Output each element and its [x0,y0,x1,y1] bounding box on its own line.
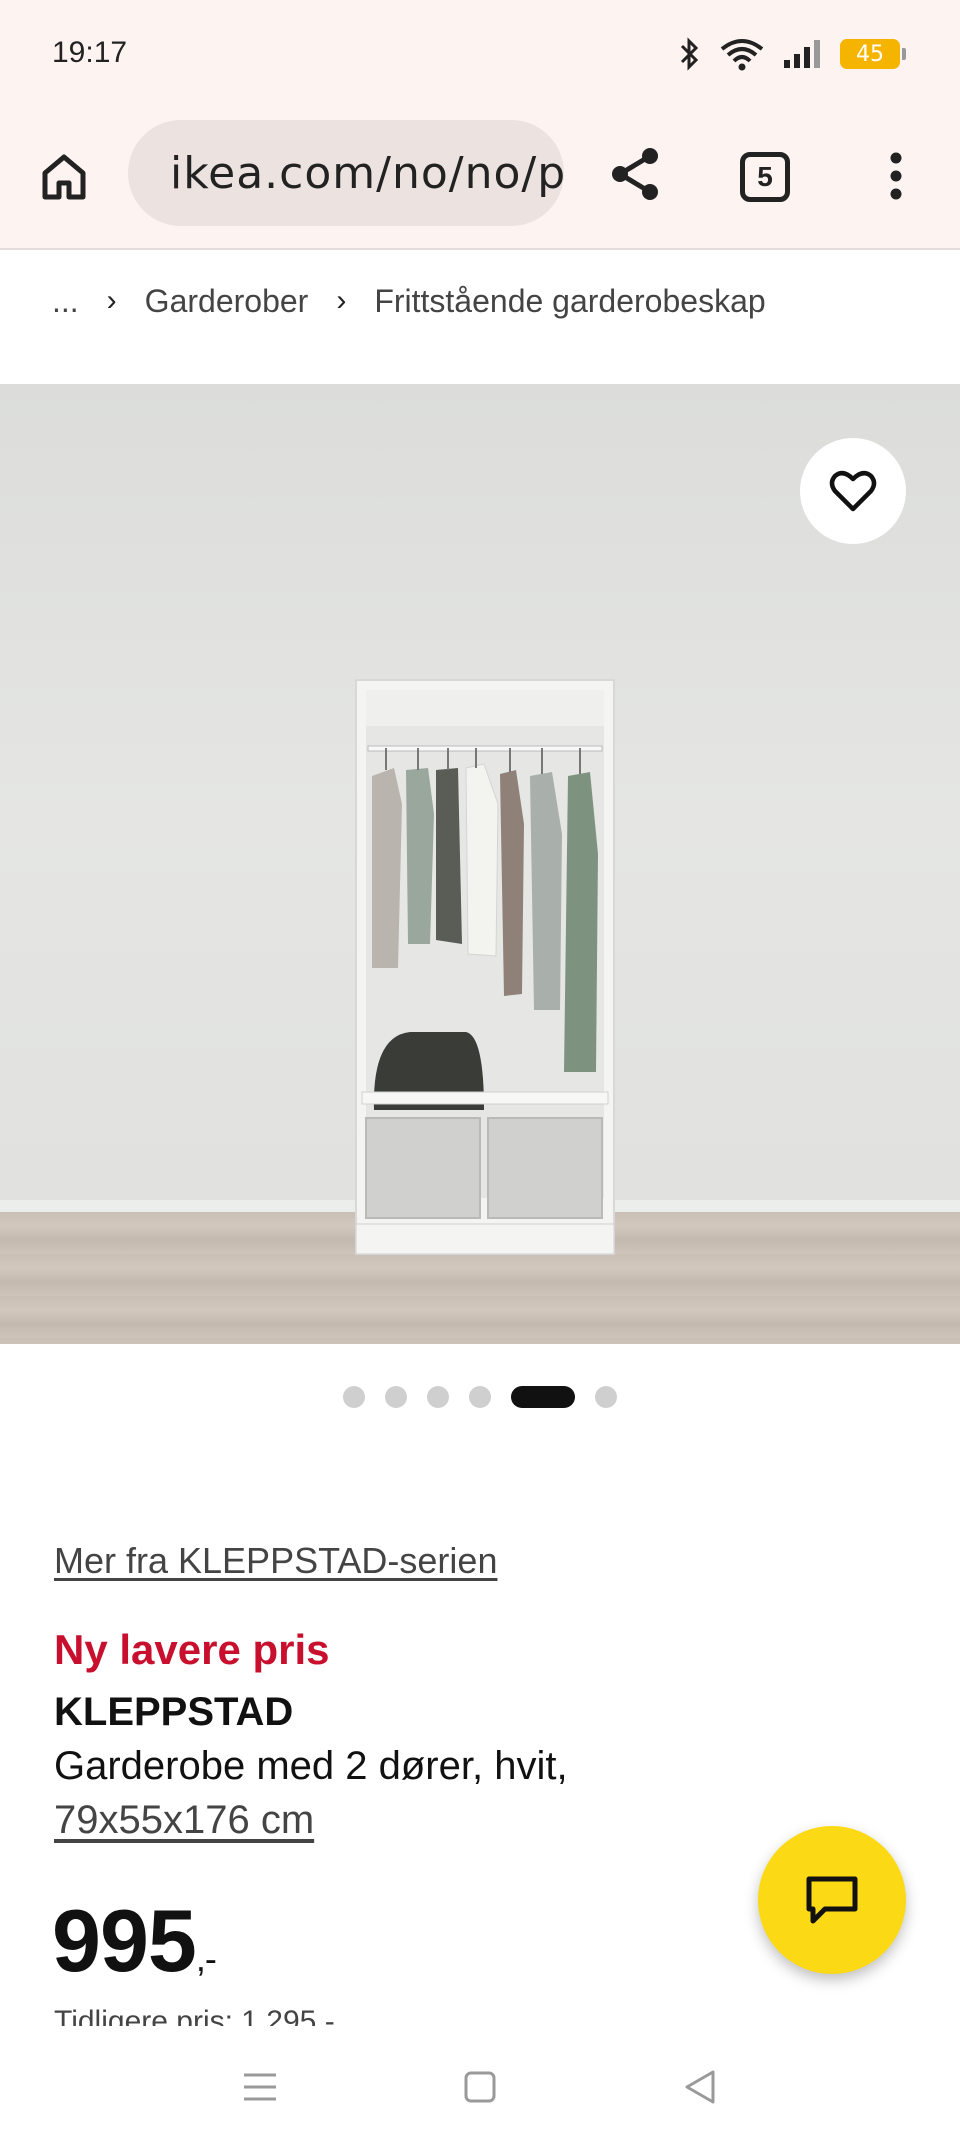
carousel-dot[interactable] [427,1386,449,1408]
breadcrumb-ellipsis[interactable]: ... [52,283,79,320]
carousel-dot[interactable] [385,1386,407,1408]
chat-icon [806,1876,858,1924]
heart-icon [829,470,877,512]
battery-icon: 45 [840,39,906,69]
carousel-dot[interactable] [343,1386,365,1408]
share-button[interactable] [604,142,668,206]
signal-icon [784,40,820,68]
tab-switcher-button[interactable]: 5 [740,152,790,202]
breadcrumb-item-garderober[interactable]: Garderober [145,283,309,320]
address-bar[interactable]: ikea.com/no/no/p [128,120,564,226]
home-icon [42,154,86,200]
favorite-button[interactable] [800,438,906,544]
price-badge: Ny lavere pris [54,1626,330,1673]
price-suffix: ,- [195,1938,217,1979]
chevron-right-icon: › [336,284,347,317]
square-icon [464,2071,496,2103]
carousel-dot-active[interactable] [511,1386,575,1408]
product-size-link[interactable]: 79x55x176 cm [54,1798,314,1843]
previous-price: Tidligere pris: 1 295,- [54,2005,335,2026]
carousel-dot[interactable] [595,1386,617,1408]
home-button[interactable] [34,146,94,206]
product-name: KLEPPSTAD [54,1690,294,1734]
status-bar: 19:17 45 [0,0,960,108]
recent-apps-button[interactable] [230,2057,290,2117]
url-text[interactable]: ikea.com/no/no/p [170,148,564,199]
series-link[interactable]: Mer fra KLEPPSTAD-serien [54,1540,497,1582]
battery-level: 45 [856,41,884,67]
status-icons: 45 [678,34,906,74]
chevron-right-icon: › [106,284,117,317]
product-image[interactable] [0,384,960,1344]
back-nav-button[interactable] [670,2057,730,2117]
home-nav-button[interactable] [450,2057,510,2117]
browser-toolbar: ikea.com/no/no/p 5 [0,108,960,250]
breadcrumb-item-frittstaende[interactable]: Frittstående garderobeskap [374,283,765,320]
bluetooth-icon [680,37,699,71]
more-menu-button[interactable] [872,146,920,206]
chat-button[interactable] [758,1826,906,1974]
back-triangle-icon [685,2070,715,2104]
system-nav-bar [0,2030,960,2144]
breadcrumb: ... › Garderober › Frittstående garderob… [0,250,960,382]
menu-lines-icon [244,2073,276,2101]
price: 995,- [52,1890,217,1992]
carousel-indicator [0,1384,960,1410]
status-time: 19:17 [52,36,128,69]
wifi-icon [720,39,764,71]
price-value: 995 [52,1891,197,1990]
share-icon [612,148,658,200]
product-description: Garderobe med 2 dører, hvit, [54,1744,568,1788]
carousel-dot[interactable] [469,1386,491,1408]
more-icon [890,152,902,200]
